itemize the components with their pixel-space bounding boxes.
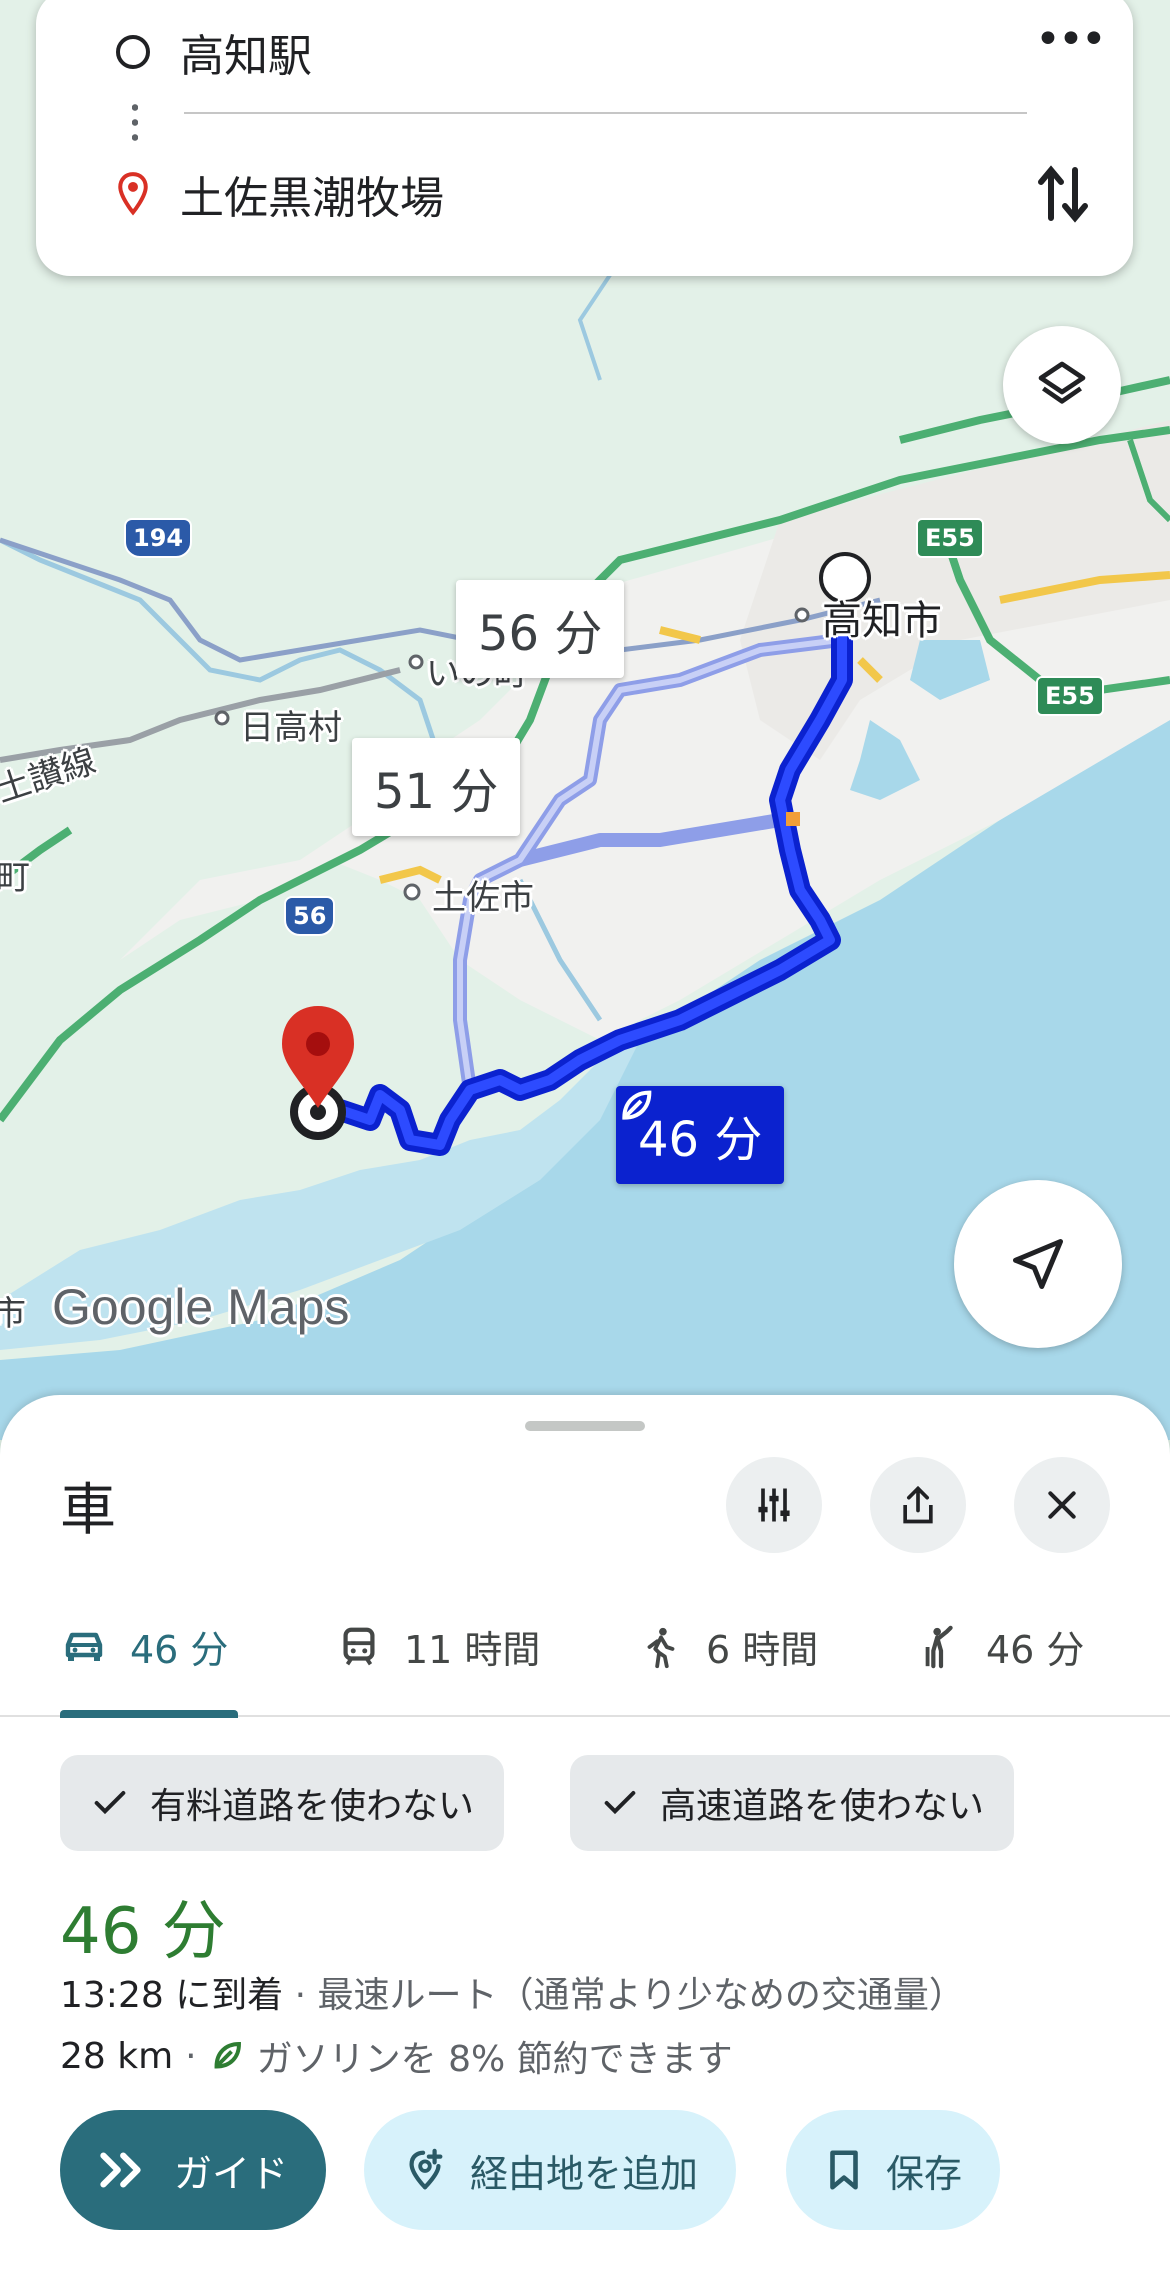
map-label-tosa-city: 土佐市 [432,878,534,918]
save-label: 保存 [886,2151,963,2196]
destination-text: 土佐黒潮牧場 [180,173,444,224]
layers-button[interactable] [1003,326,1121,444]
arrival-time: 13:28 に到着 [60,1975,284,2016]
distance-info: 28 km · ガソリンを 8% 節約できます [60,2030,733,2082]
share-button[interactable] [870,1457,966,1553]
tab-transit[interactable]: 11 時間 [336,1619,540,1674]
eco-leaf-icon [214,2042,241,2069]
avoid-highways-chip[interactable]: 高速道路を使わない [570,1755,1015,1851]
map-label-town-edge: 町 [0,858,30,898]
close-button[interactable] [1014,1457,1110,1553]
location-pin-icon [118,172,148,216]
origin-text: 高知駅 [180,31,312,82]
route-dots-icon [132,100,138,146]
navigation-arrow-icon [1013,1239,1063,1289]
eco-leaf-icon [622,1090,652,1120]
walk-icon [647,1627,675,1668]
map-label-city-edge: 市 [0,1294,26,1334]
watermark-maps: Maps [227,1279,350,1335]
swap-direction-icon[interactable] [1037,162,1089,226]
check-icon [604,1791,636,1815]
route-duration: 46 分 [60,1895,226,1969]
origin-row[interactable]: 高知駅 [116,20,312,84]
separator-dot: · [185,2035,197,2077]
close-icon [1048,1491,1076,1519]
map-label-hidaka-village: 日高村 [240,708,342,748]
train-icon [343,1627,375,1665]
directions-card: 高知駅 土佐黒潮牧場 ••• [36,0,1133,276]
e55-shield-bottom: E55 [1036,676,1104,716]
tab-ride-hail-label: 46 分 [986,1628,1085,1672]
add-location-icon [409,2148,443,2190]
route-bubble-56min[interactable]: 56 分 [456,580,625,678]
tab-transit-label: 11 時間 [404,1628,541,1672]
car-icon [65,1632,103,1661]
e55-shield-top: E55 [916,518,984,558]
avoid-tolls-chip[interactable]: 有料道路を使わない [60,1755,505,1851]
google-maps-watermark: Google Maps [52,1278,349,1336]
save-button[interactable]: 保存 [786,2110,1001,2230]
route-distance: 28 km [60,2035,174,2077]
route-note: · 最速ルート（通常より少なめの交通量） [294,1975,965,2016]
ride-hail-icon [925,1625,953,1668]
layers-icon [1038,361,1086,404]
destination-row[interactable]: 土佐黒潮牧場 [116,162,444,226]
route-bubble-46min-label: 46 分 [638,1112,763,1168]
arrival-info: 13:28 に到着 · 最速ルート（通常より少なめの交通量） [60,1966,965,2018]
tab-walking-label: 6 時間 [706,1628,819,1672]
route-56-shield: 56 [284,896,336,936]
add-stop-button[interactable]: 経由地を追加 [364,2110,737,2230]
route-options-button[interactable] [726,1457,822,1553]
check-icon [94,1791,126,1815]
navigate-button[interactable] [954,1180,1122,1348]
bookmark-icon [830,2150,858,2190]
tab-walking[interactable]: 6 時間 [638,1619,818,1674]
route-bubble-46min[interactable]: 46 分 [616,1086,785,1184]
watermark-google: Google [52,1279,214,1335]
tab-driving-label: 46 分 [130,1628,229,1672]
origin-circle-icon [116,35,150,69]
avoid-tolls-label: 有料道路を使わない [150,1786,475,1827]
route-bubble-51min[interactable]: 51 分 [352,738,521,836]
travel-mode-tabs: 46 分 11 時間 6 時間 46 分 [0,1605,1170,1717]
travel-mode-title: 車 [60,1478,116,1543]
avoid-highways-label: 高速道路を使わない [660,1786,985,1827]
more-options-icon[interactable]: ••• [1035,18,1107,70]
guide-button-label: ガイド [174,2151,289,2196]
tab-driving[interactable]: 46 分 [60,1619,228,1674]
tab-ride-hail[interactable]: 46 分 [918,1619,1084,1674]
tune-icon [758,1488,790,1522]
share-icon [903,1485,933,1524]
add-stop-label: 経由地を追加 [470,2151,699,2196]
active-tab-indicator [60,1710,238,1718]
map-label-kochi-city: 高知市 [822,598,942,644]
sheet-drag-handle[interactable] [525,1421,645,1431]
navigation-chevrons-icon [100,2152,141,2188]
fuel-saving-note: ガソリンを 8% 節約できます [256,2039,733,2080]
route-194-shield: 194 [124,518,193,558]
guide-button[interactable]: ガイド [60,2110,327,2230]
route-divider [184,112,1027,114]
